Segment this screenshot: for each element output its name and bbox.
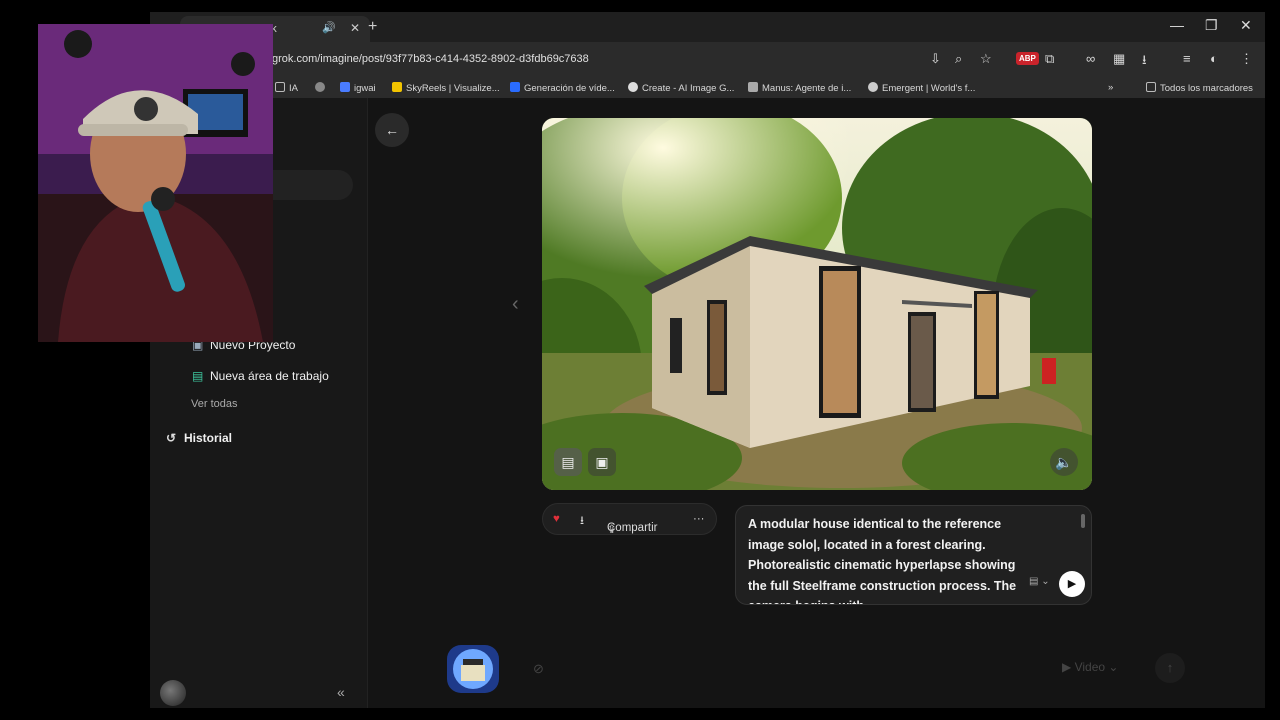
globe-icon (315, 82, 325, 92)
folder-icon (275, 82, 285, 92)
avatar[interactable] (160, 680, 186, 706)
bookmark-globe[interactable] (315, 82, 329, 94)
video-mode-select[interactable]: ▶ Video ⌄ (1062, 660, 1118, 674)
arrow-left-icon: ← (385, 122, 399, 138)
generated-image: ▤ ▣ 🔈 (542, 118, 1092, 490)
back-button[interactable]: ← (375, 113, 409, 147)
thumbnail-image (447, 645, 499, 693)
play-button[interactable]: ▶ (1059, 571, 1085, 597)
browser-window: Imagine - Grok 🔊 ✕ + — ❐ ✕ grok.com/imag… (150, 12, 1265, 708)
chevron-down-icon: ⌄ (1108, 660, 1119, 674)
zoom-icon[interactable]: ⌕ (955, 51, 962, 67)
sidebar-item-label: Historial (184, 431, 233, 445)
menu-kebab-icon[interactable]: ⋮ (1240, 51, 1253, 67)
see-all-link[interactable]: Ver todas (191, 398, 237, 410)
bookmark-label: igwai (354, 83, 376, 94)
link-icon[interactable]: ∞ (1086, 51, 1095, 66)
webcam-overlay (38, 24, 273, 342)
workspace-icon: ▤ (192, 369, 204, 383)
minimize-icon[interactable]: — (1170, 17, 1184, 33)
close-window-icon[interactable]: ✕ (1240, 17, 1252, 34)
all-bookmarks-label: Todos los marcadores (1160, 83, 1253, 94)
skyreels-icon (392, 82, 402, 92)
sidebar-item-history[interactable]: ↺ Historial (166, 431, 232, 445)
volume-icon[interactable]: 🔈 (1050, 448, 1078, 476)
media-icon[interactable]: ≡ (1183, 51, 1191, 66)
bookmark-folder-ia[interactable]: IA (275, 82, 298, 94)
grok-page: ▣ Nuevo Proyecto ▤ Nueva área de trabajo V… (150, 98, 1265, 708)
house-scene-image (542, 118, 1092, 490)
webcam-person-image (38, 24, 273, 342)
attachment-thumbnail[interactable] (447, 645, 499, 693)
heart-icon[interactable]: ♥ (553, 513, 560, 525)
bookmark-create-ai[interactable]: Create - AI Image G... (628, 82, 734, 94)
profile-icon[interactable]: ◐ (1210, 51, 1218, 66)
bookmark-emergent[interactable]: Emergent | World's f... (868, 82, 975, 94)
play-icon: ▶ (1062, 660, 1072, 674)
all-bookmarks[interactable]: Todos los marcadores (1146, 82, 1253, 94)
close-tab-icon[interactable]: ✕ (350, 21, 360, 35)
image-mode-icon[interactable]: ▣ (588, 448, 616, 476)
video-mode-dropdown[interactable]: ▤ ⌄ (1029, 576, 1050, 587)
adblock-icon[interactable]: ABP (1016, 52, 1039, 65)
send-button[interactable]: ↑ (1155, 653, 1185, 683)
create-ai-icon (628, 82, 638, 92)
more-options-icon[interactable]: ··· (693, 513, 705, 525)
collapse-sidebar-icon[interactable]: « (337, 684, 345, 700)
restore-icon[interactable]: ❐ (1205, 17, 1218, 34)
bookmark-label: IA (289, 83, 298, 94)
bookmarks-bar: IA igwai SkyReels | Visualize... Generac… (150, 78, 1265, 98)
emergent-icon (868, 82, 878, 92)
video-mode-label: Video (1074, 660, 1106, 674)
prompt-scrollbar[interactable] (1081, 514, 1085, 528)
install-icon[interactable]: ⇩ (930, 51, 941, 67)
screen: Imagine - Grok 🔊 ✕ + — ❐ ✕ grok.com/imag… (0, 0, 1280, 720)
bookmark-label: Emergent | World's f... (882, 83, 976, 94)
address-toolbar: grok.com/imagine/post/93f77b83-c414-4352… (150, 42, 1265, 78)
attach-icon[interactable]: ⊘ (533, 661, 544, 677)
prompt-text[interactable]: A modular house identical to the referen… (748, 514, 1033, 604)
bookmark-video-gen[interactable]: Generación de víde... (510, 82, 615, 94)
sidebar-item-label: Nueva área de trabajo (210, 369, 329, 383)
sidebar-item-new-workspace[interactable]: ▤ Nueva área de trabajo (192, 369, 329, 383)
manus-icon (748, 82, 758, 92)
speaker-icon[interactable]: 🔊 (322, 21, 336, 34)
video-mode-icon[interactable]: ▤ (554, 448, 582, 476)
bookmark-star-icon[interactable]: ☆ (980, 51, 992, 67)
grid-icon[interactable]: ▦ (1113, 51, 1125, 67)
new-tab-button[interactable]: + (368, 18, 377, 36)
folder-icon (1146, 82, 1156, 92)
download-icon[interactable]: ⭳ (1142, 51, 1147, 73)
bookmark-skyreels[interactable]: SkyReels | Visualize... (392, 82, 500, 94)
download-icon[interactable]: ⭳ (580, 513, 584, 532)
tab-bar: Imagine - Grok 🔊 ✕ + — ❐ ✕ (150, 12, 1265, 42)
arrow-up-icon: ↑ (1166, 660, 1174, 675)
extensions-icon[interactable]: ⧉ (1045, 51, 1054, 67)
address-bar[interactable]: grok.com/imagine/post/93f77b83-c414-4352… (272, 53, 589, 65)
play-icon: ▶ (1067, 578, 1077, 590)
bookmark-label: Create - AI Image G... (642, 83, 735, 94)
bookmark-label: SkyReels | Visualize... (406, 83, 500, 94)
previous-chevron-icon[interactable]: ‹ (512, 293, 519, 316)
share-label: Compartir (607, 522, 658, 534)
bookmark-igwai[interactable]: igwai (340, 82, 376, 94)
bookmark-manus[interactable]: Manus: Agente de i... (748, 82, 851, 94)
history-icon: ↺ (166, 431, 177, 445)
more-bookmarks-icon[interactable]: » (1108, 82, 1113, 93)
post-actions: ♥ ⭳ ⇪ Compartir ··· (542, 503, 717, 536)
igwai-icon (340, 82, 350, 92)
bookmark-label: Generación de víde... (524, 83, 615, 94)
prompt-box[interactable]: A modular house identical to the referen… (735, 505, 1092, 605)
video-gen-icon (510, 82, 520, 92)
bookmark-label: Manus: Agente de i... (762, 83, 852, 94)
